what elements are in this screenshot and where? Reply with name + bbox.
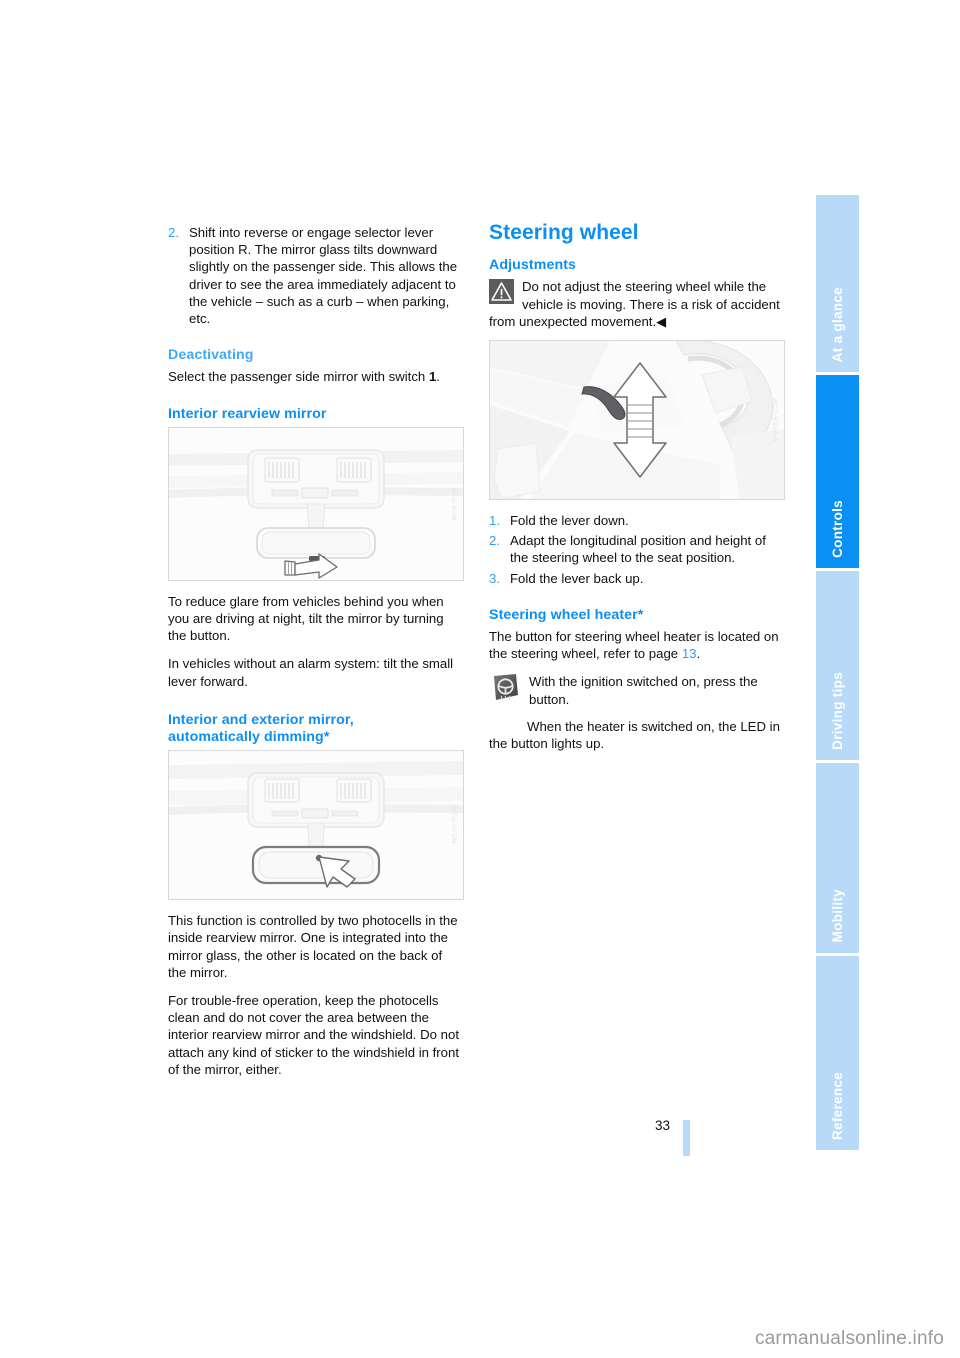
sidebar-tab-mobility[interactable]: Mobility (816, 763, 859, 953)
figure-code: WCD-RSSA-A (771, 398, 777, 442)
figure-code: WCD-HFDM (450, 806, 456, 845)
figure-code: WCD-BDM (450, 487, 456, 521)
steering-wheel-heater-button-icon (489, 673, 519, 703)
warning-notice: Do not adjust the steering wheel while t… (489, 278, 785, 330)
heading-interior-rearview-mirror: Interior rearview mirror (168, 405, 327, 422)
page-number: 33 (655, 1118, 671, 1133)
sidebar-tab-label: Controls (830, 499, 845, 558)
sidebar-tab-reference[interactable]: Reference (816, 955, 859, 1150)
list-item-step-2: 2. Shift into reverse or engage selector… (168, 224, 464, 327)
page-reference-link[interactable]: 13 (682, 646, 697, 661)
heading-auto-dimming-line2: automatically dimming* (168, 729, 330, 746)
manual-page: At a glance Controls Driving tips Mobili… (0, 0, 960, 1358)
warning-body: Do not adjust the steering wheel while t… (489, 279, 780, 329)
heading-deactivating: Deactivating (168, 347, 254, 364)
paragraph-deactivating: Select the passenger side mirror with sw… (168, 368, 464, 385)
sidebar-tab-at-a-glance[interactable]: At a glance (816, 195, 859, 373)
step-number: 3. (489, 570, 500, 586)
sidebar-tab-driving-tips[interactable]: Driving tips (816, 570, 859, 761)
paragraph-heater-led: When the heater is switched on, the LED … (489, 718, 780, 752)
sidebar-tab-label: Reference (830, 1071, 845, 1140)
step-text: Fold the lever down. (510, 513, 629, 529)
paragraph-reduce-glare: To reduce glare from vehicles behind you… (168, 593, 444, 644)
heading-auto-dimming-line1: Interior and exterior mirror, (168, 711, 354, 728)
left-column: 2. Shift into reverse or engage selector… (168, 224, 464, 1089)
heading-auto-dimming-mirror: Interior and exterior mirror, automatica… (168, 712, 464, 746)
deactivating-text-end: . (436, 369, 440, 385)
step-text: Fold the lever back up. (510, 570, 644, 586)
step-text: Shift into reverse or engage selector le… (189, 225, 458, 327)
sidebar-tab-label: At a glance (830, 287, 845, 363)
sidebar-tab-label: Driving tips (830, 672, 845, 751)
figure-auto-dimming-mirror: WCD-HFDM (168, 750, 464, 901)
interior-rearview-mirror-illustration (169, 427, 463, 580)
paragraph-photocells: This function is controlled by two photo… (168, 913, 458, 980)
auto-dimming-mirror-illustration (169, 751, 463, 900)
heater-button-text: With the ignition switched on, press the… (529, 674, 758, 707)
list-item-step-3: 3. Fold the lever back up. (489, 570, 785, 587)
page-number-bar (683, 1120, 690, 1156)
steering-column-adjustment-illustration (490, 341, 784, 500)
sidebar-tab-label: Mobility (830, 889, 845, 943)
list-item-step-2: 2. Adapt the longitudinal position and h… (489, 532, 785, 566)
heading-steering-wheel-heater: Steering wheel heater* (489, 606, 644, 623)
page-title: Steering wheel (489, 221, 639, 244)
heater-button-instruction: With the ignition switched on, press the… (489, 673, 785, 707)
step-number: 1. (489, 513, 500, 529)
deactivating-text-start: Select the passenger side mirror with sw… (168, 369, 429, 385)
sidebar-tab-controls[interactable]: Controls (816, 375, 859, 568)
warning-triangle-icon (489, 279, 514, 305)
source-watermark: carmanualsonline.info (754, 1328, 944, 1349)
figure-steering-wheel-adjustment: WCD-RSSA-A (489, 340, 785, 501)
list-item-step-1: 1. Fold the lever down. (489, 512, 785, 529)
heater-text-end: . (696, 646, 701, 662)
section-tab-rail: At a glance Controls Driving tips Mobili… (816, 195, 859, 1150)
heater-text-start: The button for steering wheel heater is … (489, 629, 779, 662)
step-text: Adapt the longitudinal position and heig… (510, 533, 766, 566)
paragraph-trouble-free-operation: For trouble-free operation, keep the pho… (168, 993, 460, 1077)
step-number: 2. (489, 533, 500, 549)
warning-end-marker: ◀ (656, 313, 667, 329)
figure-interior-rearview-mirror: WCD-BDM (168, 426, 464, 581)
warning-text: Do not adjust the steering wheel while t… (489, 278, 785, 330)
paragraph-no-alarm-system: In vehicles without an alarm system: til… (168, 656, 454, 689)
right-column: Steering wheel Adjustments Do not adjust… (489, 221, 785, 763)
heading-adjustments: Adjustments (489, 257, 577, 274)
step-number: 2. (168, 225, 179, 240)
paragraph-heater-location: The button for steering wheel heater is … (489, 628, 785, 662)
